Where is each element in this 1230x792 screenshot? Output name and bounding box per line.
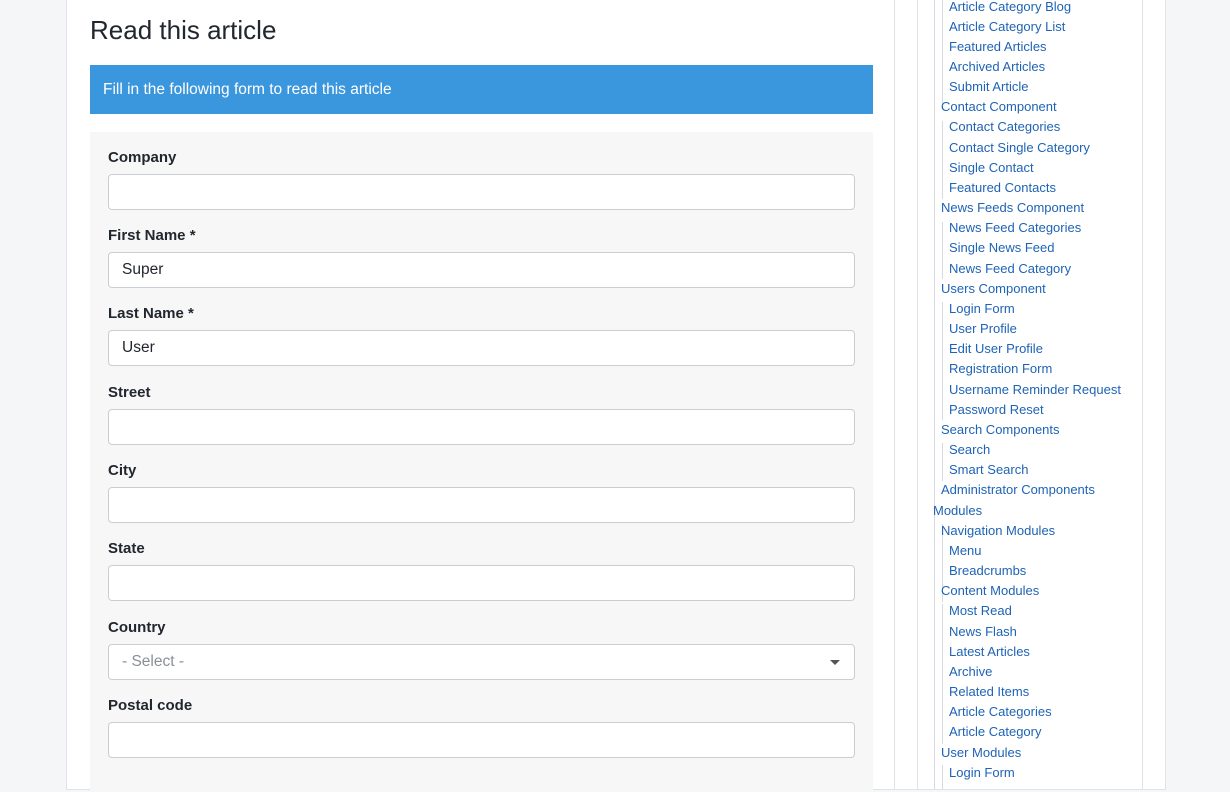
sidebar-item[interactable]: Edit User Profile [949,341,1043,357]
sidebar-item[interactable]: News Flash [949,624,1017,640]
sidebar-item[interactable]: Administrator Components [941,482,1095,498]
tree-guide-line [942,302,943,420]
sidebar-item[interactable]: Archive [949,664,992,680]
sidebar-item[interactable]: Related Items [949,684,1029,700]
sidebar-item[interactable]: Menu [949,543,982,559]
tree-guide-line [942,222,943,279]
tree-guide-line [942,443,943,481]
country-select[interactable]: - Select - [108,644,855,680]
sidebar-item[interactable]: Users Component [941,281,1046,297]
sidebar-item[interactable]: Article Category Blog [949,0,1071,15]
first-name-label: First Name * [108,227,196,244]
sidebar-item[interactable]: Login Form [949,301,1015,317]
tree-guide-line [942,604,943,744]
street-input[interactable] [108,409,855,445]
sidebar-item[interactable]: Single News Feed [949,240,1055,256]
sidebar-item[interactable]: Username Reminder Request [949,382,1121,398]
page-title: Read this article [90,15,277,45]
sidebar-item[interactable]: Featured Contacts [949,180,1056,196]
sidebar-item[interactable]: Modules [933,503,982,519]
sidebar-item[interactable]: News Feed Category [949,261,1071,277]
tree-guide-line [942,121,943,199]
company-input[interactable] [108,174,855,210]
sidebar-item[interactable]: Submit Article [949,79,1028,95]
country-selected-value: - Select - [122,653,185,670]
sidebar-item[interactable]: Registration Form [949,361,1052,377]
sidebar-item[interactable]: Archived Articles [949,59,1045,75]
sidebar-menu: Article Category Blog Article Category L… [894,0,1166,790]
read-article-form: Company First Name * Last Name * Street … [90,132,873,792]
state-input[interactable] [108,565,855,601]
tree-guide-line [934,0,935,789]
sidebar-item[interactable]: Breadcrumbs [949,563,1026,579]
sidebar-item[interactable]: User Profile [949,321,1017,337]
city-input[interactable] [108,487,855,523]
sidebar-item[interactable]: Contact Categories [949,119,1060,135]
sidebar-item[interactable]: News Feeds Component [941,200,1084,216]
sidebar-item[interactable]: Password Reset [949,402,1044,418]
sidebar-item[interactable]: Featured Articles [949,39,1047,55]
sidebar-item[interactable]: Navigation Modules [941,523,1055,539]
postal-code-input[interactable] [108,722,855,758]
article-panel: Read this article Fill in the following … [66,0,896,792]
sidebar-item[interactable]: Content Modules [941,583,1039,599]
sidebar-item[interactable]: Contact Single Category [949,140,1090,156]
first-name-input[interactable] [108,252,855,288]
sidebar-item[interactable]: Contact Component [941,99,1057,115]
tree-guide-line [942,544,943,582]
sidebar-item[interactable]: Search [949,442,990,458]
sidebar-item[interactable]: Article Category List [949,19,1065,35]
sidebar-item[interactable]: Article Categories [949,704,1052,720]
sidebar-item[interactable]: Login Form [949,765,1015,781]
chevron-down-icon [830,660,840,665]
company-label: Company [108,149,177,166]
last-name-input[interactable] [108,330,855,366]
sidebar-item[interactable]: Latest Articles [949,644,1030,660]
last-name-label: Last Name * [108,305,194,322]
country-label: Country [108,619,166,636]
info-banner: Fill in the following form to read this … [90,65,873,114]
city-label: City [108,462,137,479]
sidebar-item[interactable]: Most Read [949,603,1012,619]
postal-code-label: Postal code [108,697,193,714]
street-label: Street [108,384,151,401]
tree-guide-line [942,0,943,109]
sidebar-item[interactable]: User Modules [941,745,1021,761]
state-label: State [108,540,145,557]
sidebar-item[interactable]: Search Components [941,422,1060,438]
sidebar-item[interactable]: Article Category [949,724,1041,740]
sidebar-item[interactable]: News Feed Categories [949,220,1081,236]
sidebar-item[interactable]: Smart Search [949,462,1028,478]
sidebar-item[interactable]: Single Contact [949,160,1034,176]
